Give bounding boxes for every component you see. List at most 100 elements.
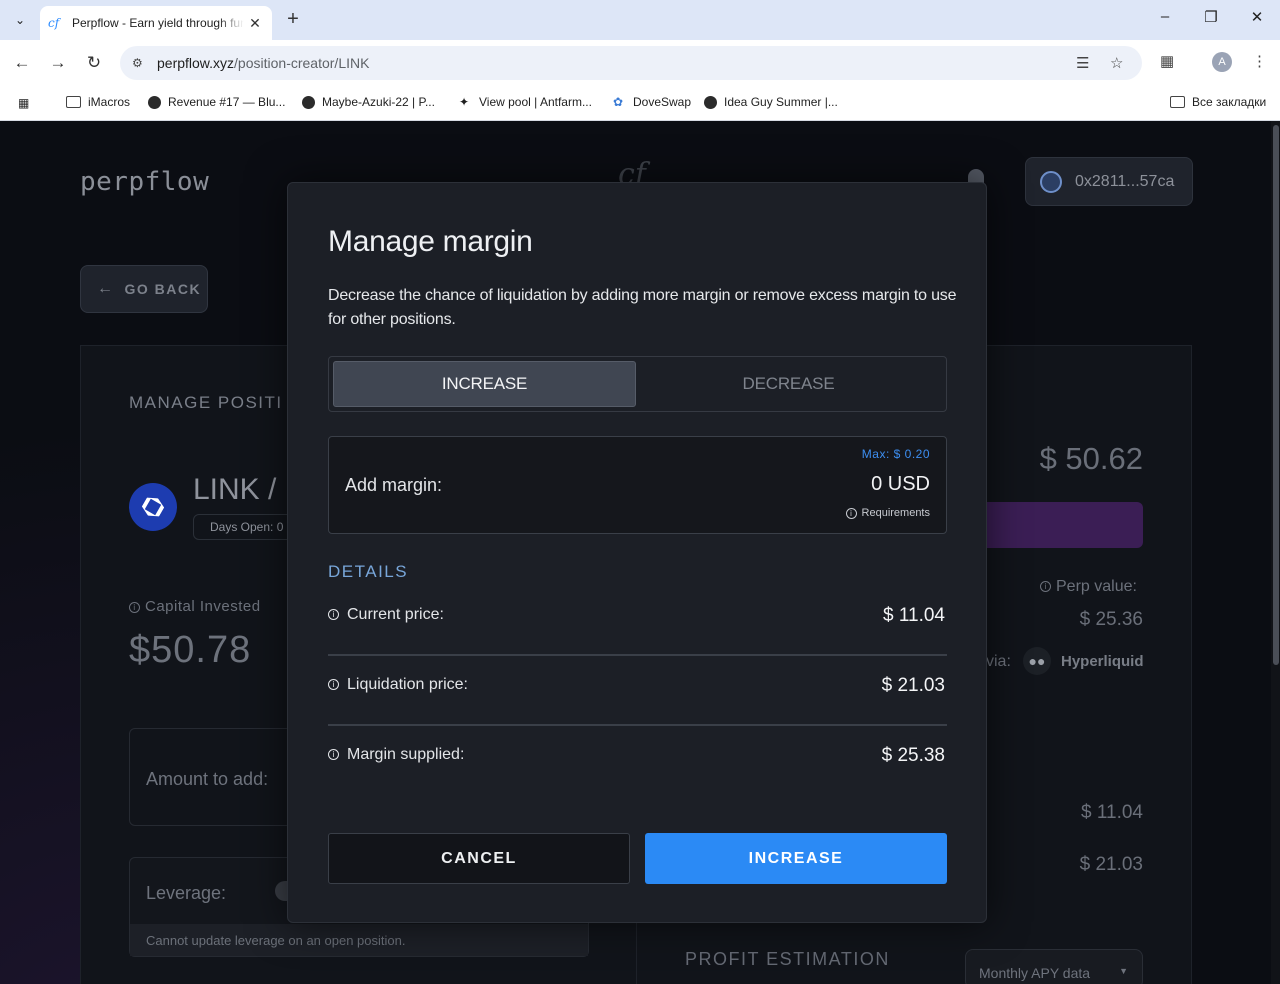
detail-label-text: Liquidation price: xyxy=(347,676,468,693)
restore-icon[interactable]: ❐ xyxy=(1199,8,1223,26)
profit-estimation-heading: PROFIT ESTIMATION xyxy=(685,949,890,969)
browser-tab-strip: ⌄ cf Perpflow - Earn yield through fundi… xyxy=(0,0,1280,40)
perpflow-logo[interactable]: perpflow xyxy=(80,167,209,197)
profile-avatar[interactable]: A xyxy=(1212,52,1232,72)
max-margin-link[interactable]: Max: $ 0.20 xyxy=(862,447,930,461)
bookmark-item[interactable]: Idea Guy Summer |... xyxy=(704,95,838,109)
info-icon[interactable]: i xyxy=(328,609,339,621)
browser-tab[interactable]: cf Perpflow - Earn yield through funding… xyxy=(40,6,272,40)
total-value: $ 50.62 xyxy=(1039,441,1143,476)
detail-value: $ 11.04 xyxy=(883,605,945,626)
capital-invested-label: i Capital Invested xyxy=(129,598,261,615)
bookmark-label: Revenue #17 — Blu... xyxy=(168,95,286,109)
detail-value: $ 21.03 xyxy=(881,675,945,696)
all-bookmarks-label: Все закладки xyxy=(1192,95,1267,109)
chainlink-icon xyxy=(129,483,177,531)
bookmark-item[interactable]: Revenue #17 — Blu... xyxy=(148,95,285,109)
requirements-label: Requirements xyxy=(861,507,930,519)
go-back-button[interactable]: ← GO BACK xyxy=(80,265,208,313)
bookmark-item[interactable]: iMacros xyxy=(66,95,130,109)
tab-title: Perpflow - Earn yield through funding ra… xyxy=(72,16,244,30)
capital-invested-value: $50.78 xyxy=(129,629,252,671)
open-position-button[interactable] xyxy=(985,502,1143,548)
add-margin-label: Add margin: xyxy=(345,475,443,495)
detail-label: i Current price: xyxy=(328,606,444,624)
leverage-slider[interactable] xyxy=(275,881,287,901)
translate-icon[interactable]: ☰ xyxy=(1076,54,1089,72)
exchange-name: Hyperliquid xyxy=(1061,653,1144,670)
forward-arrow-icon[interactable]: → xyxy=(46,52,70,74)
margin-amount-value[interactable]: 0 USD xyxy=(871,473,930,496)
extensions-puzzle-icon[interactable]: ▦ xyxy=(1160,52,1174,70)
apy-select-value: Monthly APY data xyxy=(979,965,1091,981)
add-margin-input[interactable]: Add margin: Max: $ 0.20 0 USD i Requireme… xyxy=(328,436,947,534)
requirements-link[interactable]: i Requirements xyxy=(845,507,930,519)
bookmark-label: iMacros xyxy=(88,95,131,109)
tab-increase[interactable]: INCREASE xyxy=(333,361,636,407)
folder-icon xyxy=(66,96,81,108)
days-open-badge: Days Open: 0 xyxy=(193,514,293,540)
address-bar[interactable]: ⚙ perpflow.xyz/position-creator/LINK ☰ ☆ xyxy=(120,46,1142,80)
apy-data-select[interactable]: Monthly APY data ▼ xyxy=(965,949,1143,984)
site-icon xyxy=(302,95,315,109)
increase-button[interactable]: INCREASE xyxy=(645,833,947,884)
page-scrollbar-thumb[interactable] xyxy=(1273,125,1279,665)
bookmark-item[interactable]: ✦ View pool | Antfarm... xyxy=(456,95,592,109)
browser-toolbar: ← → ↻ ⚙ perpflow.xyz/position-creator/LI… xyxy=(0,40,1280,86)
tab-close-icon[interactable]: ✕ xyxy=(246,15,264,32)
caret-down-icon: ▼ xyxy=(1119,966,1128,976)
modal-title: Manage margin xyxy=(328,225,533,258)
bookmark-star-icon[interactable]: ☆ xyxy=(1110,54,1123,72)
site-icon: ✿ xyxy=(612,95,624,109)
all-bookmarks[interactable]: Все закладки xyxy=(1170,95,1266,109)
info-icon[interactable]: i xyxy=(328,679,339,691)
site-icon xyxy=(148,95,161,109)
perp-value-text: Perp value: xyxy=(1056,578,1137,595)
perp-value: $ 25.36 xyxy=(1079,609,1143,630)
back-arrow-icon[interactable]: ← xyxy=(10,52,34,74)
manage-margin-modal: Manage margin Decrease the chance of liq… xyxy=(287,182,987,923)
bookmarks-bar: ▦ iMacros Revenue #17 — Blu... Maybe-Azu… xyxy=(0,86,1280,121)
manage-position-heading: MANAGE POSITI xyxy=(129,393,283,412)
apps-grid-icon[interactable]: ▦ xyxy=(18,96,29,110)
bookmark-label: Idea Guy Summer |... xyxy=(724,95,838,109)
details-heading: DETAILS xyxy=(328,562,409,581)
modal-description: Decrease the chance of liquidation by ad… xyxy=(328,287,957,328)
new-tab-plus-icon[interactable]: + xyxy=(282,9,304,31)
leverage-note: Cannot update leverage on an open positi… xyxy=(130,924,588,956)
window-close-icon[interactable]: ✕ xyxy=(1245,8,1269,26)
tab-search-chevron-icon[interactable]: ⌄ xyxy=(8,8,32,32)
perp-value-label: i Perp value: xyxy=(1040,578,1137,596)
detail-row-current-price: i Current price: $ 11.04 xyxy=(328,586,947,656)
detail-row-liquidation-price: i Liquidation price: $ 21.03 xyxy=(328,656,947,726)
leverage-label: Leverage: xyxy=(146,883,227,903)
minimize-icon[interactable]: – xyxy=(1153,8,1177,25)
capital-invested-text: Capital Invested xyxy=(145,598,261,615)
perpflow-favicon-icon: cf xyxy=(48,16,60,30)
site-icon: ✦ xyxy=(458,95,470,109)
info-icon[interactable]: i xyxy=(328,749,339,761)
bookmark-item[interactable]: Maybe-Azuki-22 | P... xyxy=(302,95,435,109)
site-settings-icon[interactable]: ⚙ xyxy=(132,56,148,70)
url-text: perpflow.xyz/position-creator/LINK xyxy=(157,55,369,71)
detail-value: $ 25.38 xyxy=(881,745,945,766)
tab-decrease[interactable]: DECREASE xyxy=(637,361,940,407)
bookmark-label: DoveSwap xyxy=(633,95,692,109)
liquidation-price-value-bg: $ 21.03 xyxy=(1079,854,1143,875)
info-icon: i xyxy=(129,601,140,613)
menu-kebab-icon[interactable]: ⋮ xyxy=(1252,52,1267,70)
folder-icon xyxy=(1170,96,1185,108)
arbitrum-icon xyxy=(1040,170,1062,193)
info-icon: i xyxy=(1040,581,1051,593)
bookmark-item[interactable]: ✿ DoveSwap xyxy=(610,95,691,109)
detail-row-margin-supplied: i Margin supplied: $ 25.38 xyxy=(328,726,947,796)
wallet-address: 0x2811...57ca xyxy=(1075,172,1175,190)
current-price-value-bg: $ 11.04 xyxy=(1081,802,1143,823)
wallet-button[interactable]: 0x2811...57ca xyxy=(1025,157,1193,206)
via-label: via: xyxy=(986,653,1011,670)
cancel-button[interactable]: CANCEL xyxy=(328,833,630,884)
margin-mode-toggle: INCREASE DECREASE xyxy=(328,356,947,412)
reload-icon[interactable]: ↻ xyxy=(82,52,106,74)
detail-label-text: Current price: xyxy=(347,606,444,623)
site-icon xyxy=(704,95,717,109)
